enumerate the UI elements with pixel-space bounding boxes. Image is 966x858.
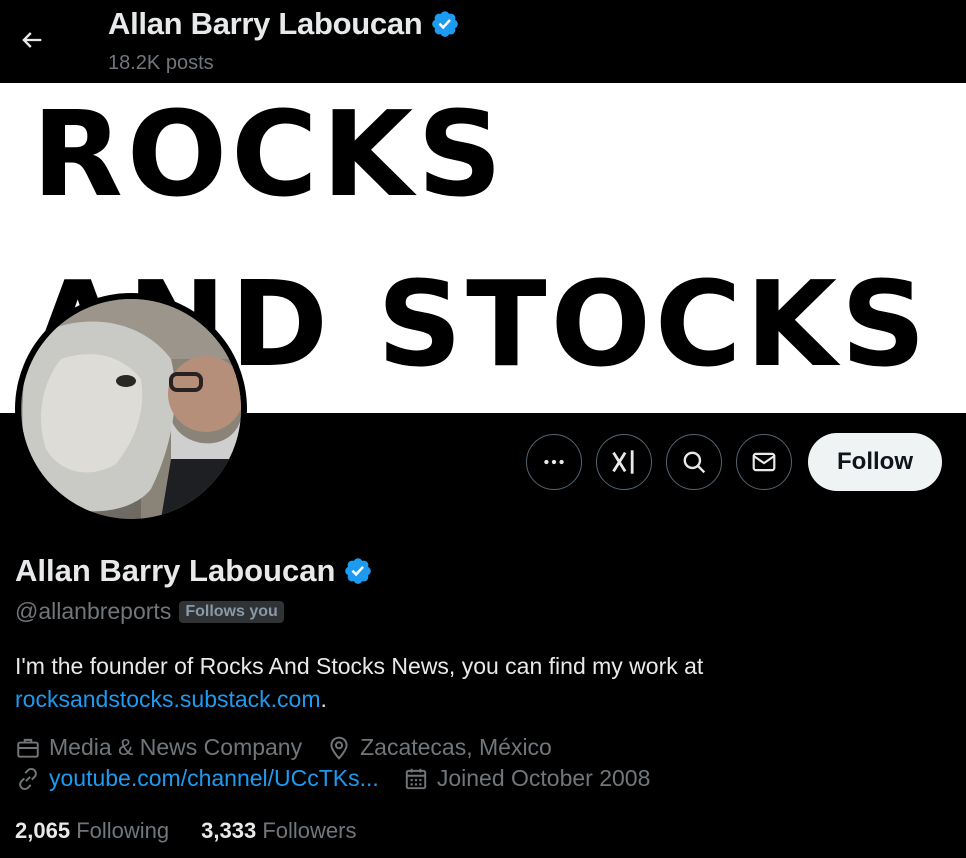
follow-button[interactable]: Follow — [808, 433, 942, 491]
profile-bio: I'm the founder of Rocks And Stocks News… — [15, 650, 945, 716]
bio-end: . — [320, 686, 327, 712]
search-icon — [683, 451, 706, 474]
profile-stats: 2,065 Following 3,333 Followers — [15, 818, 356, 844]
following-label: Following — [76, 818, 170, 843]
grok-button[interactable] — [596, 434, 652, 490]
category-item: Media & News Company — [15, 734, 302, 761]
header-title: Allan Barry Laboucan — [108, 6, 460, 42]
post-count: 18.2K posts — [108, 52, 214, 74]
verified-badge-icon[interactable] — [343, 556, 373, 586]
profile-meta-row-1: Media & News Company Zacatecas, México — [15, 734, 576, 761]
followers-label: Followers — [262, 818, 357, 843]
following-link[interactable]: 2,065 Following — [15, 818, 169, 844]
top-bar: Allan Barry Laboucan 18.2K posts — [0, 0, 966, 83]
bio-link[interactable]: rocksandstocks.substack.com — [15, 686, 321, 712]
handle-row: @allanbreports Follows you — [15, 598, 284, 625]
search-button[interactable] — [666, 434, 722, 490]
back-button[interactable] — [14, 22, 50, 58]
message-button[interactable] — [736, 434, 792, 490]
link-icon — [19, 767, 37, 790]
location-pin-icon — [330, 736, 348, 760]
banner-line-1: ROCKS — [32, 85, 507, 223]
avatar-photo — [21, 299, 241, 519]
grok-icon — [612, 450, 634, 474]
header-name: Allan Barry Laboucan — [108, 6, 423, 41]
profile-meta-row-2: youtube.com/channel/UCcTKs... Joined Oct… — [15, 765, 674, 792]
arrow-left-icon — [22, 32, 42, 48]
joined-label: Joined October 2008 — [436, 765, 651, 791]
profile-actions: Follow — [526, 433, 942, 491]
following-count: 2,065 — [15, 818, 71, 843]
bio-text: I'm the founder of Rocks And Stocks News… — [15, 653, 704, 679]
profile-handle: @allanbreports — [15, 598, 172, 624]
avatar[interactable] — [15, 293, 247, 525]
website-link[interactable]: youtube.com/channel/UCcTKs... — [49, 765, 379, 792]
more-icon — [544, 459, 564, 465]
more-button[interactable] — [526, 434, 582, 490]
location-item: Zacatecas, México — [326, 734, 552, 761]
followers-count: 3,333 — [201, 818, 257, 843]
calendar-icon — [405, 768, 427, 789]
website-item: youtube.com/channel/UCcTKs... — [15, 765, 379, 792]
joined-item: Joined October 2008 — [403, 765, 651, 792]
category-label: Media & News Company — [49, 734, 303, 760]
location-label: Zacatecas, México — [360, 734, 552, 760]
profile-name-row: Allan Barry Laboucan — [15, 553, 373, 589]
verified-badge-icon — [432, 11, 459, 37]
mail-icon — [752, 452, 776, 472]
follows-you-badge: Follows you — [179, 600, 284, 623]
briefcase-icon — [17, 738, 39, 758]
profile-name: Allan Barry Laboucan — [15, 553, 336, 588]
followers-link[interactable]: 3,333 Followers — [201, 818, 356, 844]
